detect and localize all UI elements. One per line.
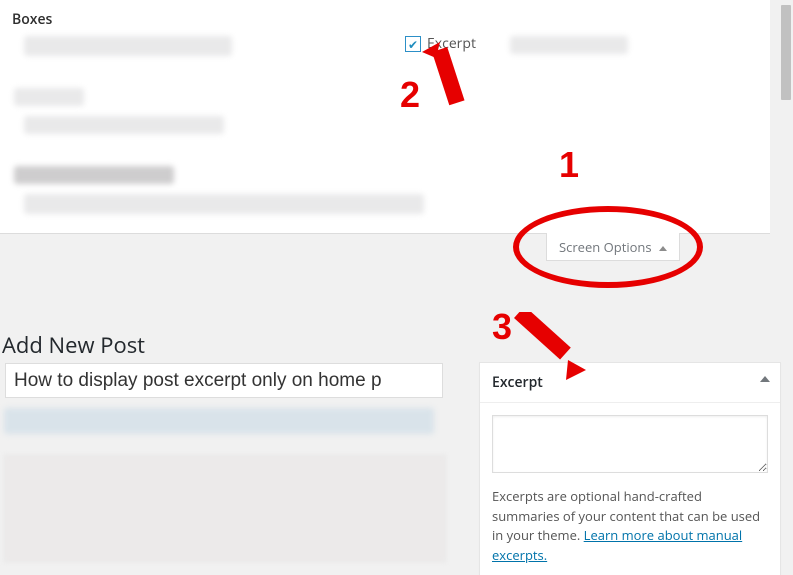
- excerpt-help-text: Excerpts are optional hand-crafted summa…: [492, 487, 768, 565]
- permalink-row: [4, 408, 434, 434]
- annotation-3: 3: [492, 306, 512, 348]
- excerpt-metabox-header[interactable]: Excerpt: [480, 363, 780, 403]
- excerpt-checkbox-label: Excerpt: [427, 34, 476, 53]
- collapse-icon[interactable]: [760, 376, 770, 382]
- excerpt-textarea[interactable]: [492, 415, 768, 473]
- blurred-option: [24, 116, 224, 134]
- page-title: Add New Post: [2, 330, 145, 360]
- blurred-option: [510, 36, 628, 54]
- screen-options-tab[interactable]: Screen Options: [546, 233, 680, 261]
- screen-options-panel: Boxes Excerpt: [0, 0, 770, 234]
- excerpt-checkbox[interactable]: [405, 36, 421, 52]
- excerpt-metabox-title: Excerpt: [492, 373, 543, 392]
- scrollbar-thumb[interactable]: [781, 5, 791, 100]
- blurred-option: [14, 166, 174, 184]
- excerpt-metabox: Excerpt Excerpts are optional hand-craft…: [479, 362, 781, 575]
- post-title-input[interactable]: [5, 363, 443, 398]
- screen-options-tab-label: Screen Options: [559, 238, 652, 256]
- blurred-option: [24, 36, 232, 56]
- blurred-option: [24, 194, 424, 214]
- excerpt-checkbox-row[interactable]: Excerpt: [405, 34, 476, 53]
- boxes-heading: Boxes: [0, 0, 770, 37]
- blurred-option: [14, 88, 84, 106]
- chevron-up-icon: [659, 246, 667, 251]
- editor-toolbar: [4, 455, 446, 562]
